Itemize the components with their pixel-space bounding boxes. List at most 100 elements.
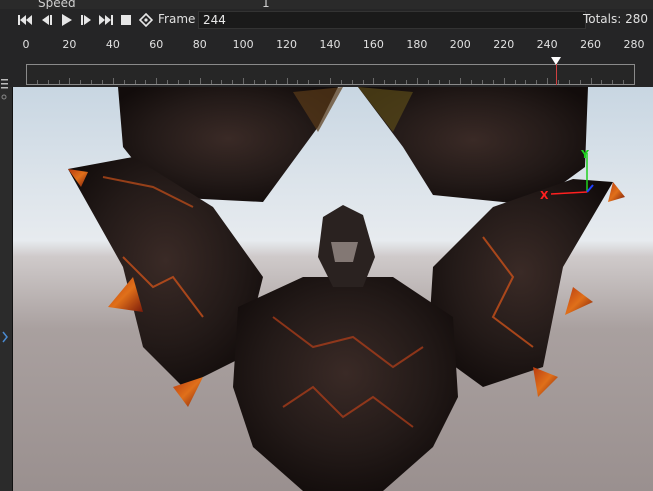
stop-button[interactable] [117,11,135,29]
right-arm [428,179,613,387]
minor-tick [579,80,581,84]
torso [233,277,458,491]
skip-to-end-button[interactable] [97,11,115,29]
step-back-icon [42,15,52,25]
minor-tick [264,80,266,84]
minor-tick [47,80,49,84]
totals-text: Totals: 280 [582,12,648,26]
minor-tick [80,80,82,84]
minor-tick [167,80,169,84]
minor-tick [286,78,288,84]
tick-label: 220 [493,38,515,51]
skip-to-end-icon [99,15,113,25]
minor-tick [612,80,614,84]
minor-tick [145,80,147,84]
minor-tick [547,78,549,84]
gizmo-y-label: Y [581,148,589,161]
tick-label: 100 [232,38,254,51]
step-forward-icon [81,15,91,25]
minor-tick [514,80,516,84]
stop-icon [121,15,131,25]
minor-tick [384,80,386,84]
minor-tick [492,80,494,84]
left-panel [0,79,13,491]
tick-label: 260 [580,38,602,51]
tick-label: 0 [22,38,30,51]
minor-tick [112,78,114,84]
step-back-button[interactable] [37,11,55,29]
minor-tick [199,78,201,84]
panel-arrow-icon[interactable] [0,327,13,347]
3d-viewport[interactable]: Y X [13,87,653,491]
frame-input[interactable] [198,11,586,29]
minor-tick [623,80,625,84]
minor-tick [503,78,505,84]
tick-label: 280 [623,38,645,51]
minor-tick [601,80,603,84]
minor-tick [449,80,451,84]
minor-tick [221,80,223,84]
minor-tick [308,80,310,84]
minor-tick [319,80,321,84]
menu-icon[interactable] [0,73,13,113]
timeline-ruler[interactable]: 0 20 40 60 80 100 120 140 160 180 200 220 240 260 280 [0,31,653,87]
minor-tick [232,80,234,84]
play-icon [62,14,72,26]
minor-tick [254,80,255,84]
playback-toolbar: Frame Totals: 280 [0,9,653,31]
minor-tick [330,78,331,84]
minor-tick [123,80,125,84]
tick-label: 240 [536,38,558,51]
speed-row: Speed 1 [0,0,653,9]
timeline-track[interactable] [26,64,635,85]
minor-tick [275,80,277,84]
minor-tick [188,80,190,84]
play-button[interactable] [58,11,76,29]
minor-tick [395,80,397,84]
tick-label: 120 [276,38,298,51]
speed-value[interactable]: 1 [262,0,270,9]
playhead-line [555,64,557,85]
minor-tick [482,80,483,84]
minor-tick [102,80,103,84]
monster-model [68,87,625,491]
skip-to-start-icon [18,15,32,25]
skip-to-start-button[interactable] [16,11,34,29]
minor-tick [536,80,538,84]
minor-tick [58,80,60,84]
tick-label: 20 [62,38,77,51]
tick-label: 40 [105,38,120,51]
minor-tick [36,80,38,84]
step-forward-button[interactable] [78,11,96,29]
minor-tick [156,78,158,84]
minor-tick [362,80,364,84]
frame-label: Frame [158,12,196,26]
tick-label: 140 [319,38,341,51]
tick-label: 180 [406,38,428,51]
tick-label: 60 [149,38,164,51]
minor-tick [91,80,93,84]
minor-tick [373,78,375,84]
keyframe-diamond-icon [139,13,153,27]
tick-label: 80 [192,38,207,51]
minor-tick [558,80,559,84]
minor-tick [590,78,592,84]
minor-tick [351,80,353,84]
minor-tick [178,80,179,84]
minor-tick [340,80,342,84]
minor-tick [416,78,418,84]
gizmo-x-label: X [540,189,549,202]
tick-label: 200 [449,38,471,51]
minor-tick [406,80,407,84]
tick-label: 160 [362,38,384,51]
minor-tick [243,78,245,84]
minor-tick [525,80,527,84]
minor-tick [471,80,473,84]
minor-tick [210,80,212,84]
minor-tick [568,80,570,84]
minor-tick [297,80,299,84]
minor-tick [460,78,462,84]
speed-label: Speed [38,0,76,9]
goto-frame-button[interactable] [137,11,155,29]
minor-tick [69,78,71,84]
